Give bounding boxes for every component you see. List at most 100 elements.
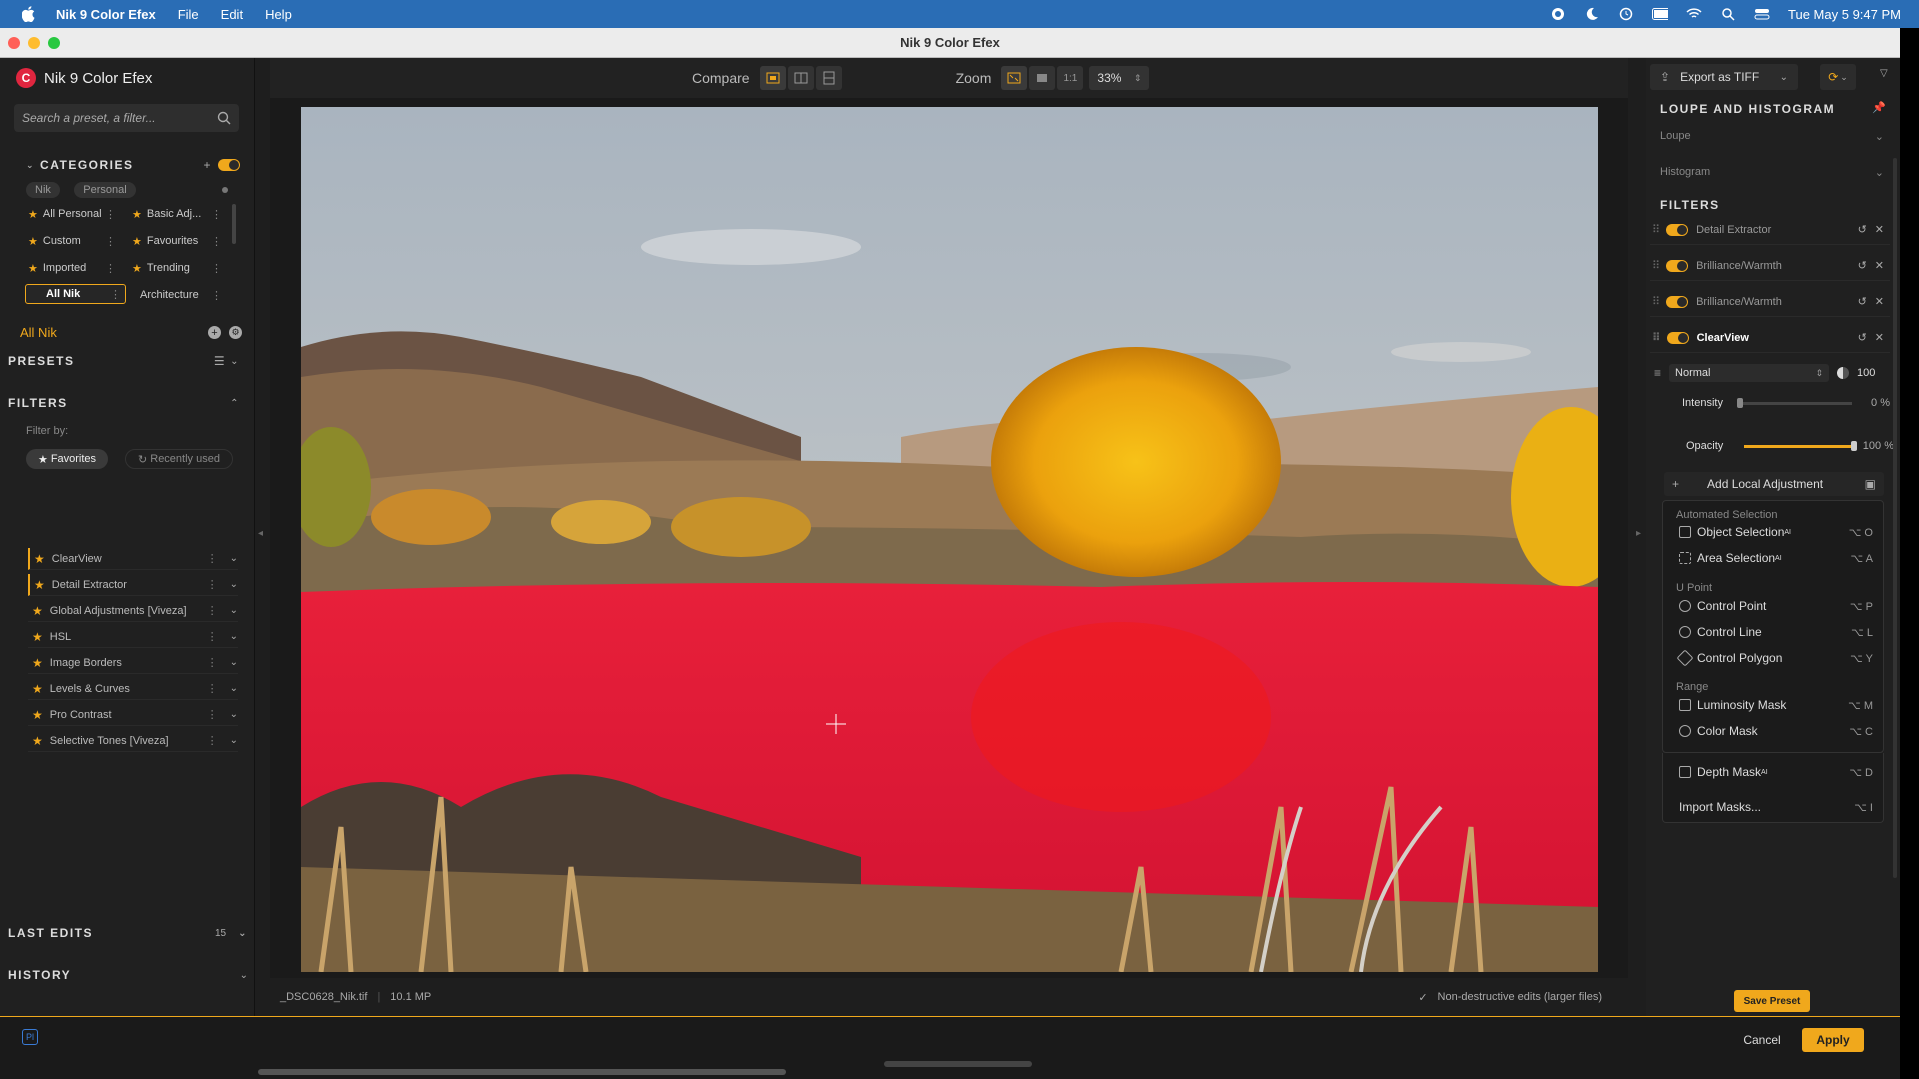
spotlight-icon[interactable] [1720, 6, 1736, 22]
star-icon[interactable]: ★ [34, 552, 45, 566]
menu-color-mask[interactable]: Color Mask ⌥ C [1679, 724, 1873, 738]
more-icon[interactable]: ⋮ [207, 708, 218, 721]
category-all-nik[interactable]: All Nik ⋮ [25, 284, 126, 304]
intensity-slider[interactable] [1737, 397, 1852, 408]
category-custom[interactable]: ★ Custom ⋮ [28, 231, 116, 251]
filter-list-item[interactable]: ★ Selective Tones [Viveza] ⋮ ⌄ [28, 730, 238, 752]
more-icon[interactable]: ⋮ [207, 552, 218, 565]
moon-icon[interactable] [1584, 6, 1600, 22]
last-edits-header[interactable]: LAST EDITS 15 ⌄ [8, 926, 248, 940]
filter-list-item[interactable]: ★ Pro Contrast ⋮ ⌄ [28, 704, 238, 726]
more-icon[interactable]: ⋮ [207, 604, 218, 617]
tag-nik[interactable]: Nik [26, 182, 60, 198]
filter-list-item[interactable]: ★ Levels & Curves ⋮ ⌄ [28, 678, 238, 700]
more-icon[interactable]: ⋮ [105, 208, 116, 221]
category-trending[interactable]: ★ Trending ⋮ [132, 258, 222, 278]
filter-stack-item[interactable]: ⠿ Brilliance/Warmth ↺ ✕ [1650, 251, 1890, 281]
histogram-row[interactable]: Histogram ⌄ [1654, 166, 1884, 179]
more-icon[interactable]: ⋮ [207, 734, 218, 747]
pixelmator-icon[interactable]: Pl [22, 1029, 38, 1045]
filter-toggle[interactable] [1666, 223, 1689, 236]
filter-toggle[interactable] [1666, 259, 1689, 272]
filter-list-item[interactable]: ★ HSL ⋮ ⌄ [28, 626, 238, 648]
filter-list-item[interactable]: ★ ClearView ⋮ ⌄ [28, 548, 238, 570]
refresh-button[interactable]: ⟳ ⌄ [1820, 64, 1856, 90]
filter-toggle[interactable] [1666, 295, 1689, 308]
record-icon[interactable] [1550, 6, 1566, 22]
more-icon[interactable]: ⋮ [207, 578, 218, 591]
list-view-icon[interactable]: ☰ [214, 354, 226, 368]
filter-list-item[interactable]: ★ Detail Extractor ⋮ ⌄ [28, 574, 238, 596]
menu-depth-mask[interactable]: Depth Mask AI ⌥ D [1679, 765, 1873, 779]
more-icon[interactable]: ⋮ [105, 262, 116, 275]
time-machine-icon[interactable] [1618, 6, 1634, 22]
more-icon[interactable]: ⋮ [110, 288, 121, 301]
category-architecture[interactable]: Architecture ⋮ [140, 285, 222, 305]
control-center-icon[interactable] [1754, 6, 1770, 22]
menu-app-name[interactable]: Nik 9 Color Efex [56, 7, 156, 22]
slider-thumb[interactable] [1851, 440, 1857, 451]
star-icon[interactable]: ★ [34, 578, 45, 592]
chevron-down-icon[interactable]: ⌄ [230, 356, 240, 367]
chevron-down-icon[interactable]: ⌄ [230, 553, 238, 564]
pin-icon[interactable]: 📌 [1872, 101, 1886, 114]
compare-side-button[interactable] [815, 66, 842, 90]
filter-stack-item-active[interactable]: ⠿ ClearView ↺ ✕ [1650, 323, 1890, 353]
search-input[interactable]: Search a preset, a filter... [14, 104, 239, 132]
chevron-down-icon[interactable]: ⌄ [230, 735, 238, 746]
star-icon[interactable]: ★ [32, 708, 43, 722]
drag-handle-icon[interactable]: ⠿ [1652, 295, 1660, 308]
star-icon[interactable]: ★ [32, 682, 43, 696]
cancel-button[interactable]: Cancel [1734, 1028, 1790, 1052]
more-icon[interactable]: ⋮ [105, 235, 116, 248]
add-category-icon[interactable]: + [203, 158, 212, 172]
apple-icon[interactable] [18, 3, 40, 25]
menu-edit[interactable]: Edit [221, 7, 243, 22]
menu-area-selection[interactable]: Area Selection AI ⌥ A [1679, 551, 1873, 565]
zoom-fit-button[interactable] [1001, 66, 1028, 90]
zoom-1to1-button[interactable]: 1:1 [1057, 66, 1084, 90]
chevron-down-icon[interactable]: ⌄ [238, 928, 248, 939]
presets-header[interactable]: PRESETS ☰ ⌄ [8, 354, 240, 368]
slider-thumb[interactable] [1737, 397, 1743, 408]
more-icon[interactable]: ⋮ [207, 682, 218, 695]
star-icon[interactable]: ★ [32, 734, 43, 748]
collapse-right-icon[interactable]: ▸ [1636, 528, 1641, 539]
menu-object-selection[interactable]: Object Selection AI ⌥ O [1679, 525, 1873, 539]
close-icon[interactable]: ✕ [1875, 295, 1884, 308]
menu-control-polygon[interactable]: Control Polygon ⌥ Y [1676, 649, 1873, 667]
filter-stack-item[interactable]: ⠿ Detail Extractor ↺ ✕ [1650, 215, 1890, 245]
photo-preview[interactable] [301, 107, 1598, 972]
zoom-fill-button[interactable] [1029, 66, 1056, 90]
chevron-down-icon[interactable]: ⌄ [230, 631, 238, 642]
chevron-down-icon[interactable]: ⌄ [230, 605, 238, 616]
menu-help[interactable]: Help [265, 7, 292, 22]
menu-clock[interactable]: Tue May 5 9:47 PM [1788, 7, 1901, 22]
zoom-select[interactable]: 33% ⇕ [1089, 66, 1150, 90]
drag-handle-icon[interactable]: ⠿ [1652, 223, 1660, 236]
filters-header[interactable]: FILTERS ⌃ [8, 396, 240, 410]
star-icon[interactable]: ★ [32, 656, 43, 670]
chevron-down-icon[interactable]: ⌄ [1780, 72, 1788, 83]
more-icon[interactable]: ⋮ [211, 262, 222, 275]
more-icon[interactable]: ⋮ [211, 235, 222, 248]
settings-icon[interactable]: ⚙ [229, 326, 242, 339]
category-favourites[interactable]: ★ Favourites ⋮ [132, 231, 222, 251]
filter-list-item[interactable]: ★ Global Adjustments [Viveza] ⋮ ⌄ [28, 600, 238, 622]
filter-stack-item[interactable]: ⠿ Brilliance/Warmth ↺ ✕ [1650, 287, 1890, 317]
close-icon[interactable]: ✕ [1875, 223, 1884, 236]
menu-file[interactable]: File [178, 7, 199, 22]
apply-button[interactable]: Apply [1802, 1028, 1864, 1052]
wifi-icon[interactable] [1686, 6, 1702, 22]
close-icon[interactable]: ✕ [1875, 259, 1884, 272]
categories-scrollbar[interactable] [232, 204, 236, 244]
more-icon[interactable]: ⋮ [207, 656, 218, 669]
blend-value[interactable]: 100 [1857, 367, 1875, 379]
compare-split-button[interactable] [787, 66, 814, 90]
panel-menu-icon[interactable]: ▽ [1880, 68, 1888, 79]
star-icon[interactable]: ★ [32, 630, 43, 644]
chevron-down-icon[interactable]: ⌄ [230, 709, 238, 720]
opacity-slider[interactable] [1744, 440, 1857, 451]
filter-list-item[interactable]: ★ Image Borders ⋮ ⌄ [28, 652, 238, 674]
star-icon[interactable]: ★ [32, 604, 43, 618]
